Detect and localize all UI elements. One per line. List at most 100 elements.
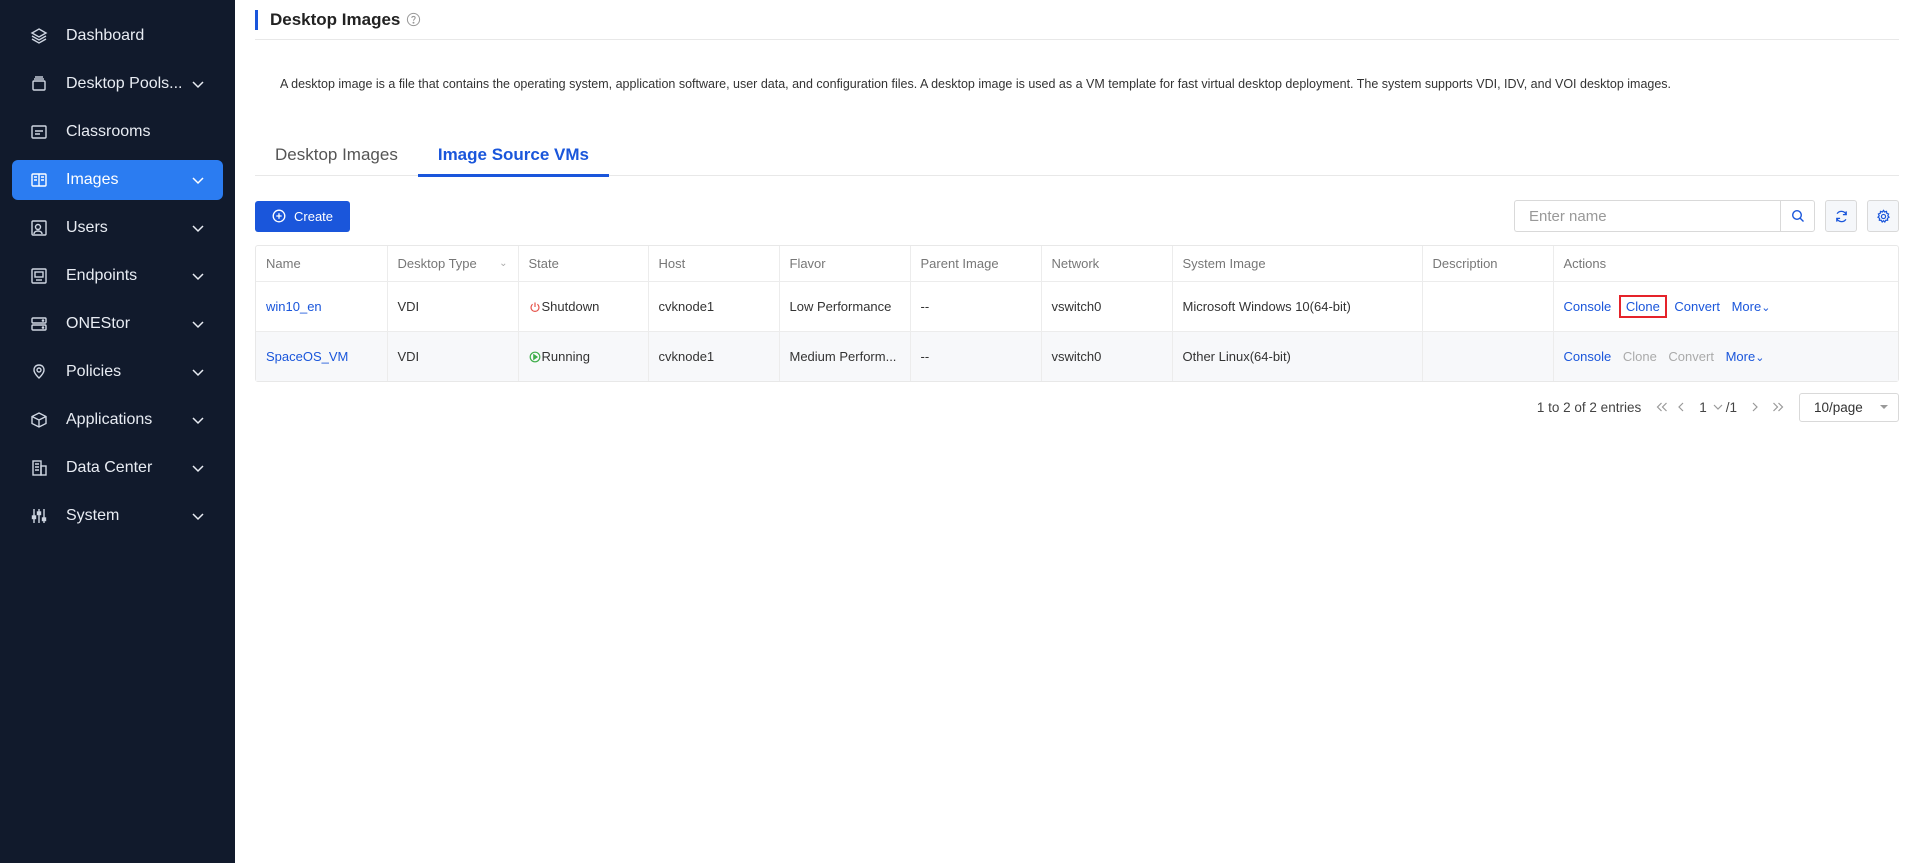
desktop-pool-icon	[30, 75, 48, 93]
pagination-total: 1 to 2 of 2 entries	[1536, 399, 1642, 415]
actions-cell: Console Clone Convert More⌄	[1553, 331, 1898, 381]
table-row: SpaceOS_VM VDI Running cvknode1 Medium P…	[256, 331, 1898, 381]
tab-bar: Desktop Images Image Source VMs	[255, 133, 1899, 177]
vm-name-link[interactable]: win10_en	[266, 299, 322, 314]
state-text: Running	[541, 348, 590, 364]
first-page-button[interactable]	[1655, 401, 1669, 413]
sidebar-item-onestor[interactable]: ONEStor	[12, 304, 223, 344]
tab-image-source-vms[interactable]: Image Source VMs	[417, 133, 610, 177]
last-page-button[interactable]	[1771, 401, 1785, 413]
chevron-down-icon	[191, 317, 205, 331]
sidebar: Dashboard Desktop Pools... Classrooms Im…	[0, 0, 235, 863]
app-root: Dashboard Desktop Pools... Classrooms Im…	[0, 0, 1917, 863]
convert-action: Convert	[1668, 348, 1714, 364]
vm-name-link[interactable]: SpaceOS_VM	[266, 349, 348, 364]
create-button[interactable]: Create	[255, 200, 351, 232]
page-size-select[interactable]: 10/page	[1799, 392, 1899, 422]
layers-icon	[30, 27, 48, 45]
chevron-down-icon	[191, 461, 205, 475]
parent-image-cell: --	[910, 281, 1042, 332]
sidebar-item-dashboard[interactable]: Dashboard	[12, 16, 223, 56]
more-action[interactable]: More⌄	[1726, 349, 1765, 364]
column-header-desktop-type[interactable]: Desktop Type ⌄	[387, 246, 519, 282]
chevron-down-icon	[1713, 404, 1723, 410]
policy-icon	[30, 363, 48, 381]
chevron-down-icon	[191, 77, 205, 91]
search-button[interactable]	[1780, 200, 1815, 232]
column-header: Flavor	[779, 246, 911, 282]
sidebar-item-policies[interactable]: Policies	[12, 352, 223, 392]
column-header: Actions	[1553, 246, 1898, 282]
tab-desktop-images[interactable]: Desktop Images	[255, 133, 418, 176]
sidebar-item-endpoints[interactable]: Endpoints	[12, 256, 223, 296]
sidebar-item-desktop-pools[interactable]: Desktop Pools...	[12, 64, 223, 104]
column-header: Parent Image	[910, 246, 1042, 282]
sidebar-item-classrooms[interactable]: Classrooms	[12, 112, 223, 152]
settings-button[interactable]	[1867, 200, 1899, 232]
network-cell: vswitch0	[1041, 331, 1173, 381]
description-cell	[1422, 281, 1554, 332]
prev-page-button[interactable]	[1677, 401, 1685, 413]
chevron-down-icon	[191, 365, 205, 379]
running-icon	[529, 351, 540, 363]
search-box	[1514, 200, 1815, 232]
state-text: Shutdown	[541, 298, 600, 314]
power-off-icon	[529, 302, 540, 312]
state-cell: Shutdown	[518, 281, 649, 332]
system-image-cell: Other Linux(64-bit)	[1172, 331, 1423, 381]
convert-action[interactable]: Convert	[1674, 299, 1720, 314]
sidebar-item-label: Endpoints	[66, 267, 138, 284]
flavor-cell: Low Performance	[779, 281, 911, 332]
refresh-button[interactable]	[1825, 200, 1857, 232]
chevron-down-icon	[191, 269, 205, 283]
column-header: Host	[648, 246, 780, 282]
vm-table: Name Desktop Type ⌄ State Host Flavor Par…	[255, 245, 1899, 382]
sidebar-item-label: Images	[66, 171, 119, 188]
endpoint-icon	[30, 267, 48, 285]
gear-icon	[1876, 208, 1890, 223]
table-header-row: Name Desktop Type ⌄ State Host Flavor Par…	[256, 246, 1898, 282]
sidebar-item-label: Desktop Pools...	[66, 75, 183, 92]
search-icon	[1791, 209, 1804, 222]
page-description: A desktop image is a file that contains …	[280, 77, 1672, 91]
chevron-down-icon	[191, 509, 205, 523]
chevron-down-icon	[191, 413, 205, 427]
column-header: Name	[256, 246, 388, 282]
actions-cell: Console Clone Convert More⌄	[1553, 281, 1898, 332]
more-action[interactable]: More⌄	[1732, 299, 1771, 314]
toolbar: Create	[255, 200, 1899, 232]
refresh-icon	[1835, 210, 1847, 222]
next-page-button[interactable]	[1751, 401, 1759, 413]
page-number-select[interactable]: 1 /1	[1699, 400, 1737, 415]
table-row: win10_en VDI Shutdown cvknode1 Low Perfo…	[256, 281, 1898, 332]
double-chevron-right-icon	[1773, 402, 1784, 412]
description-cell	[1422, 331, 1554, 381]
sidebar-item-users[interactable]: Users	[12, 208, 223, 248]
chevron-right-icon	[1752, 402, 1758, 412]
double-chevron-left-icon	[1656, 402, 1668, 412]
page-header: Desktop Images	[255, 0, 1899, 40]
chevron-down-icon	[191, 173, 205, 187]
column-header: State	[518, 246, 649, 282]
help-icon[interactable]	[406, 12, 421, 27]
chevron-down-icon: ⌄	[1761, 301, 1771, 314]
sidebar-item-label: Policies	[66, 363, 122, 380]
desktop-type-cell: VDI	[387, 331, 519, 381]
user-icon	[30, 219, 48, 237]
building-icon	[30, 459, 48, 477]
clone-action: Clone	[1622, 348, 1657, 364]
search-input[interactable]	[1514, 200, 1780, 232]
sidebar-item-images[interactable]: Images	[12, 160, 223, 200]
clone-action[interactable]: Clone	[1618, 294, 1667, 318]
sidebar-item-system[interactable]: System	[12, 496, 223, 536]
sidebar-item-label: Data Center	[66, 459, 153, 476]
column-header: Network	[1041, 246, 1173, 282]
images-icon	[30, 171, 48, 189]
sidebar-item-data-center[interactable]: Data Center	[12, 448, 223, 488]
chevron-left-icon	[1678, 402, 1684, 412]
sidebar-item-applications[interactable]: Applications	[12, 400, 223, 440]
create-button-label: Create	[294, 208, 334, 224]
console-action[interactable]: Console	[1564, 299, 1612, 314]
sidebar-item-label: Applications	[66, 411, 153, 428]
console-action[interactable]: Console	[1564, 349, 1612, 364]
